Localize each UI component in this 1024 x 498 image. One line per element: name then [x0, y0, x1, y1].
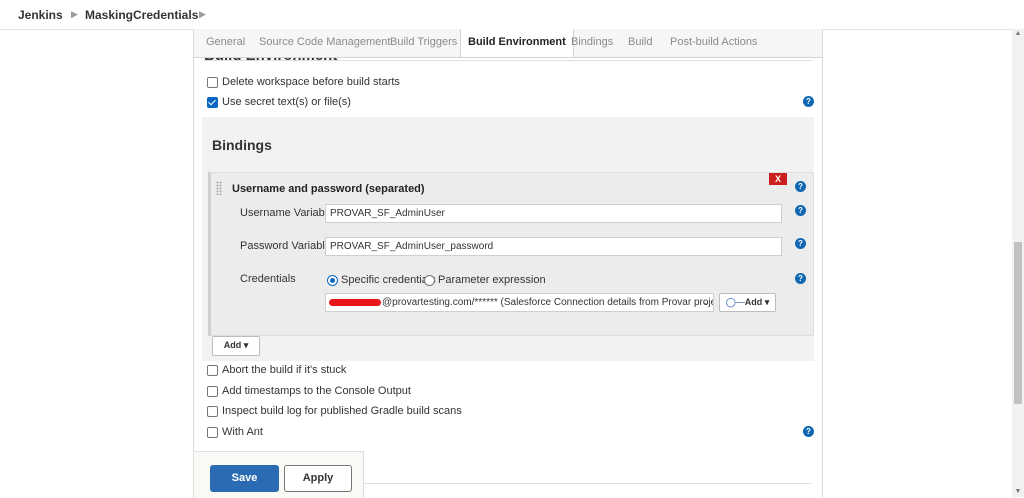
breadcrumb: Jenkins ▶ MaskingCredentials ▶: [0, 0, 1024, 30]
credentials-select[interactable]: @provartesting.com/****** (Salesforce Co…: [325, 293, 714, 312]
credentials-selected-value: @provartesting.com/****** (Salesforce Co…: [382, 297, 714, 308]
binding-header: Username and password (separated): [232, 183, 425, 195]
binding-username-password: Username and password (separated) X ? Us…: [208, 172, 814, 336]
tab-build-environment[interactable]: Build Environment: [460, 29, 574, 57]
timestamps-label: Add timestamps to the Console Output: [222, 385, 411, 397]
help-icon[interactable]: ?: [795, 181, 806, 192]
bottom-action-bar: Save Apply: [193, 451, 364, 498]
breadcrumb-job[interactable]: MaskingCredentials: [85, 8, 198, 22]
add-credential-button[interactable]: ◯—Add ▾: [719, 293, 776, 312]
parameter-expression-label: Parameter expression: [438, 274, 546, 286]
chevron-down-icon: ⌄: [702, 297, 710, 307]
gradle-scans-checkbox[interactable]: [207, 406, 218, 417]
tab-bindings[interactable]: Bindings: [571, 29, 613, 56]
key-icon: ◯—: [725, 297, 745, 307]
breadcrumb-chevron-icon[interactable]: ▶: [71, 9, 78, 20]
caret-down-icon: ▾: [243, 340, 249, 350]
tab-general[interactable]: General: [206, 29, 245, 56]
bindings-heading: Bindings: [212, 137, 272, 153]
add-binding-label: Add: [223, 340, 242, 350]
scroll-up-icon[interactable]: ▲: [1014, 30, 1022, 38]
help-icon[interactable]: ?: [795, 238, 806, 249]
use-secret-label: Use secret text(s) or file(s): [222, 96, 351, 108]
timestamps-checkbox[interactable]: [207, 386, 218, 397]
password-variable-input[interactable]: PROVAR_SF_AdminUser_password: [325, 237, 782, 256]
config-tabs: General Source Code Management Build Tri…: [194, 29, 822, 58]
save-button[interactable]: Save: [210, 465, 279, 492]
help-icon[interactable]: ?: [795, 273, 806, 284]
add-binding-button[interactable]: Add ▾: [212, 336, 260, 356]
tab-build-triggers[interactable]: Build Triggers: [390, 29, 457, 56]
help-icon[interactable]: ?: [795, 205, 806, 216]
abort-stuck-checkbox[interactable]: [207, 365, 218, 376]
help-icon[interactable]: ?: [803, 426, 814, 437]
use-secret-checkbox[interactable]: [207, 97, 218, 108]
username-variable-label: Username Variable: [240, 207, 334, 219]
scroll-down-icon[interactable]: ▼: [1014, 488, 1022, 496]
apply-button[interactable]: Apply: [284, 465, 352, 492]
add-credential-label: Add: [744, 297, 763, 307]
tab-post-build-actions[interactable]: Post-build Actions: [670, 29, 757, 56]
username-variable-input[interactable]: PROVAR_SF_AdminUser: [325, 204, 782, 223]
credentials-label: Credentials: [240, 273, 296, 285]
config-panel: Build Environment General Source Code Ma…: [193, 29, 823, 497]
drag-handle-icon[interactable]: [216, 181, 222, 195]
specific-credentials-radio[interactable]: [327, 275, 338, 286]
tab-source-code-management[interactable]: Source Code Management: [259, 29, 390, 56]
section-divider: [204, 60, 812, 61]
with-ant-label: With Ant: [222, 426, 263, 438]
help-icon[interactable]: ?: [803, 96, 814, 107]
delete-workspace-checkbox[interactable]: [207, 77, 218, 88]
gradle-scans-label: Inspect build log for published Gradle b…: [222, 405, 462, 417]
breadcrumb-chevron-icon[interactable]: ▶: [199, 9, 206, 20]
redaction-mark: [329, 298, 381, 306]
abort-stuck-label: Abort the build if it's stuck: [222, 364, 347, 376]
password-variable-label: Password Variable: [240, 240, 331, 252]
breadcrumb-jenkins[interactable]: Jenkins: [18, 8, 63, 22]
caret-down-icon: ▾: [764, 297, 770, 307]
bindings-area: Bindings Username and password (separate…: [202, 117, 814, 361]
tab-build[interactable]: Build: [628, 29, 652, 56]
delete-workspace-label: Delete workspace before build starts: [222, 76, 400, 88]
delete-binding-button[interactable]: X: [769, 173, 787, 185]
parameter-expression-radio[interactable]: [424, 275, 435, 286]
with-ant-checkbox[interactable]: [207, 427, 218, 438]
specific-credentials-label: Specific credentials: [341, 274, 436, 286]
scrollbar-thumb[interactable]: [1014, 242, 1022, 404]
